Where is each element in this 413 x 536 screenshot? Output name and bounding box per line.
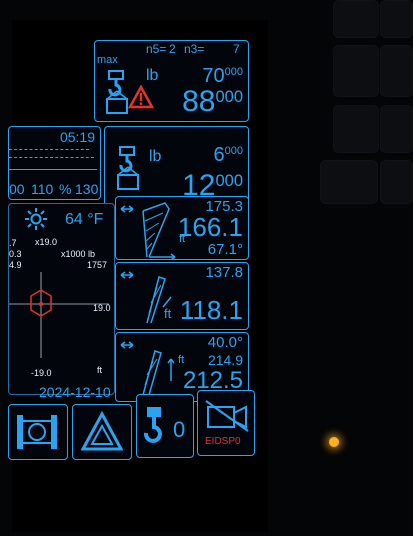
boom-2-unit: ft [164,306,172,321]
main-hook-load-panel[interactable]: max n5= 2 n3= 7 lb 70000 88000 [94,40,249,122]
boom-3-angle: 40.0° [207,334,243,351]
max-load-main: 70 [202,65,225,87]
max-load-sup: 000 [224,66,243,79]
hook-counter-button[interactable]: 0 [136,394,194,458]
hazard-button[interactable] [72,404,132,460]
status-led [329,437,339,447]
load-scale: x1000 lb [61,249,96,259]
left-value-2: 0.3 [9,249,22,259]
keypad-button [333,105,379,153]
utilization-bar-line [9,169,97,170]
aux-load-unit: lb [149,148,162,165]
left-value-3: 4.9 [9,260,22,270]
utilization-bar-top [9,149,89,150]
n3-label: n3= [184,42,205,56]
chart-tick-right: 19.0 [93,303,111,313]
max-label: max [97,54,118,66]
actual-load-sup: 000 [215,87,243,106]
load-value: 1757 [87,260,108,270]
percent-scale-0: 00 [9,181,25,197]
n5-value: 2 [169,42,176,56]
max-load-value: 70000 [202,66,243,86]
keypad-button [380,45,413,97]
chart-tick-left: -19.0 [31,368,52,378]
boom-3-mid-value: 214.9 [207,352,243,368]
n3-value: 7 [233,42,240,56]
clock-time: 05:19 [59,129,95,145]
keypad-button [380,0,413,38]
aux-actual-load-sup: 000 [215,171,243,190]
percent-scale-2: % [59,181,72,197]
time-utilization-panel[interactable]: 05:19 00 110 % 130 [8,126,101,200]
boom-panel-1[interactable]: 175.3 ft 166.1 67.1° [115,196,249,260]
percent-scale-3: 130 [75,181,99,197]
camera-photo-background: max n5= 2 n3= 7 lb 70000 88000 05:19 00 … [0,0,413,536]
keypad-button [380,105,413,153]
aux-max-load-main: 6 [213,144,225,166]
keypad-button [333,0,379,38]
boom-panel-2[interactable]: 137.8 ft 118.1 [115,262,249,330]
boom-1-angle: 67.1° [207,241,243,258]
temperature: 64 °F [65,211,104,228]
keypad-button [380,160,413,204]
display-screen: max n5= 2 n3= 7 lb 70000 88000 05:19 00 … [8,20,268,532]
date: 2024-12-10 [39,384,111,400]
load-unit: lb [146,67,159,84]
n5-label: n5= [146,42,167,56]
actual-load-main: 88 [182,85,216,118]
boom-1-main-value: 166.1 [177,212,243,242]
utilization-bar-bottom [9,157,94,158]
x-label: x19.0 [35,238,57,247]
boom-2-main-value: 118.1 [179,295,243,325]
keypad-button [320,160,378,204]
sensor-label: EIDSP0 [205,436,241,447]
keypad-button [333,45,379,97]
boom-2-top-value: 137.8 [205,264,243,281]
work-area-panel[interactable]: 64 °F .7 0.3 4.9 x19.0 x1000 lb 1757 19.… [8,203,115,399]
outrigger-button[interactable] [8,404,68,460]
hook-count: 0 [173,417,186,442]
percent-scale-1: 110 [31,181,54,197]
unit-ft: ft [97,365,103,375]
left-value-1: .7 [9,238,17,248]
actual-load-value: 88000 [182,87,243,117]
boom-3-unit: ft [178,354,185,366]
x-value: 19.0 [39,237,58,247]
aux-max-load-value: 6000 [214,145,243,165]
eidsp-button[interactable]: EIDSP0 [197,390,255,456]
aux-max-load-sup: 000 [224,145,243,158]
